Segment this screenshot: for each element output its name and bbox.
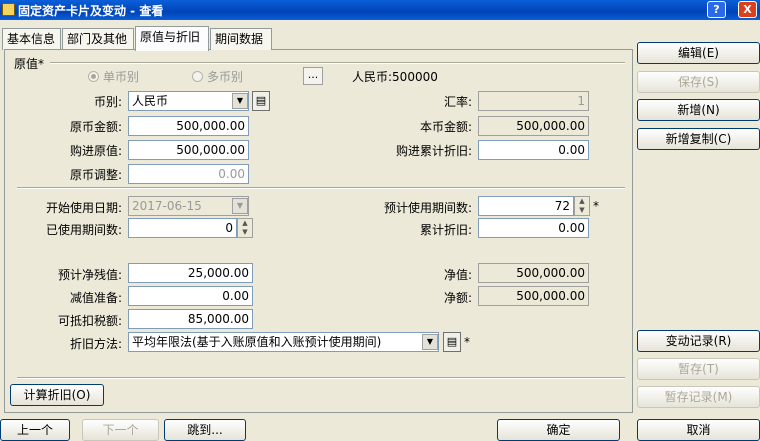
purchase-dep-field[interactable]: 0.00 [478,140,589,160]
chevron-down-icon[interactable]: ▼ [232,93,248,109]
prev-button[interactable]: 上一个 [0,419,70,441]
hold-button: 暂存(T) [637,358,760,380]
dep-method-select[interactable]: 平均年限法(基于入账原值和入账预计使用期间) [128,332,439,352]
dep-method-label: 折旧方法: [69,337,122,351]
currency-label: 币别: [93,95,122,109]
section-divider [50,62,625,64]
impairment-field[interactable]: 0.00 [128,286,253,306]
currency-select[interactable]: 人民币 [128,91,249,111]
calendar-dropdown-icon: ▼ [232,198,248,214]
divider [17,187,625,189]
next-button: 下一个 [82,419,159,441]
single-currency-radio[interactable] [88,71,99,82]
net-amount-field: 500,000.00 [478,286,589,306]
required-mark: * [464,335,470,349]
section-title: 原值* [14,57,45,71]
expected-periods-label: 预计使用期间数: [383,201,472,215]
net-value-field: 500,000.00 [478,263,589,283]
tab-department[interactable]: 部门及其他 [62,28,134,50]
cancel-button[interactable]: 取消 [637,419,760,441]
rate-field: 1 [478,91,589,111]
orig-amount-label: 原币金额: [69,120,122,134]
calc-dep-button[interactable]: 计算折旧(O) [10,384,104,406]
orig-adjust-label: 原币调整: [69,168,122,182]
accum-dep-label: 累计折旧: [419,223,472,237]
tab-value-depreciation[interactable]: 原值与折旧 [135,26,209,51]
start-date-field: 2017-06-15 [128,196,249,216]
app-icon [2,3,15,16]
purchase-orig-label: 购进原值: [69,144,122,158]
close-icon[interactable]: X [738,1,757,18]
required-mark: * [593,199,599,213]
tab-period-data[interactable]: 期间数据 [210,28,272,50]
net-value-label: 净值: [443,268,472,282]
divider [17,377,625,379]
residual-label: 预计净残值: [57,268,122,282]
lookup-icon[interactable]: ▤ [443,332,461,352]
expected-periods-field[interactable]: 72 [478,196,574,216]
deductible-tax-field[interactable]: 85,000.00 [128,309,253,329]
rate-label: 汇率: [443,95,472,109]
currency-summary: 人民币:500000 [352,70,438,84]
used-periods-stepper[interactable]: ▲ ▼ [237,218,253,238]
purchase-dep-label: 购进累计折旧: [395,144,472,158]
accum-dep-field[interactable]: 0.00 [478,218,589,238]
residual-field[interactable]: 25,000.00 [128,263,253,283]
currency-value: 人民币 [132,94,169,108]
purchase-orig-field[interactable]: 500,000.00 [128,140,249,160]
impairment-label: 减值准备: [69,291,122,305]
net-amount-label: 净额: [443,291,472,305]
help-icon[interactable]: ? [707,1,726,18]
add-copy-button[interactable]: 新增复制(C) [637,128,760,150]
currency-detail-button[interactable]: ... [303,67,323,85]
expected-periods-stepper[interactable]: ▲ ▼ [574,196,590,216]
ok-button[interactable]: 确定 [497,419,620,441]
orig-amount-field[interactable]: 500,000.00 [128,116,249,136]
multi-currency-radio[interactable] [192,71,203,82]
used-periods-label: 已使用期间数: [45,223,122,237]
start-date-label: 开始使用日期: [45,201,122,215]
hold-record-button: 暂存记录(M) [637,386,760,408]
jump-button[interactable]: 跳到... [164,419,246,441]
multi-currency-label: 多币别 [207,70,244,84]
window-title: 固定资产卡片及变动 - 查看 [18,4,164,18]
change-record-button[interactable]: 变动记录(R) [637,330,760,352]
chevron-down-icon[interactable]: ▼ [422,334,438,350]
tab-basic-info[interactable]: 基本信息 [2,28,61,50]
local-amount-field: 500,000.00 [478,116,589,136]
deductible-tax-label: 可抵扣税额: [57,314,122,328]
used-periods-field[interactable]: 0 [128,218,237,238]
dep-method-value: 平均年限法(基于入账原值和入账预计使用期间) [132,335,382,349]
local-amount-label: 本币金额: [419,120,472,134]
save-button: 保存(S) [637,71,760,93]
add-button[interactable]: 新增(N) [637,99,760,121]
edit-button[interactable]: 编辑(E) [637,42,760,64]
lookup-icon[interactable]: ▤ [252,91,270,111]
orig-adjust-field: 0.00 [128,164,249,184]
single-currency-label: 单币别 [103,70,140,84]
